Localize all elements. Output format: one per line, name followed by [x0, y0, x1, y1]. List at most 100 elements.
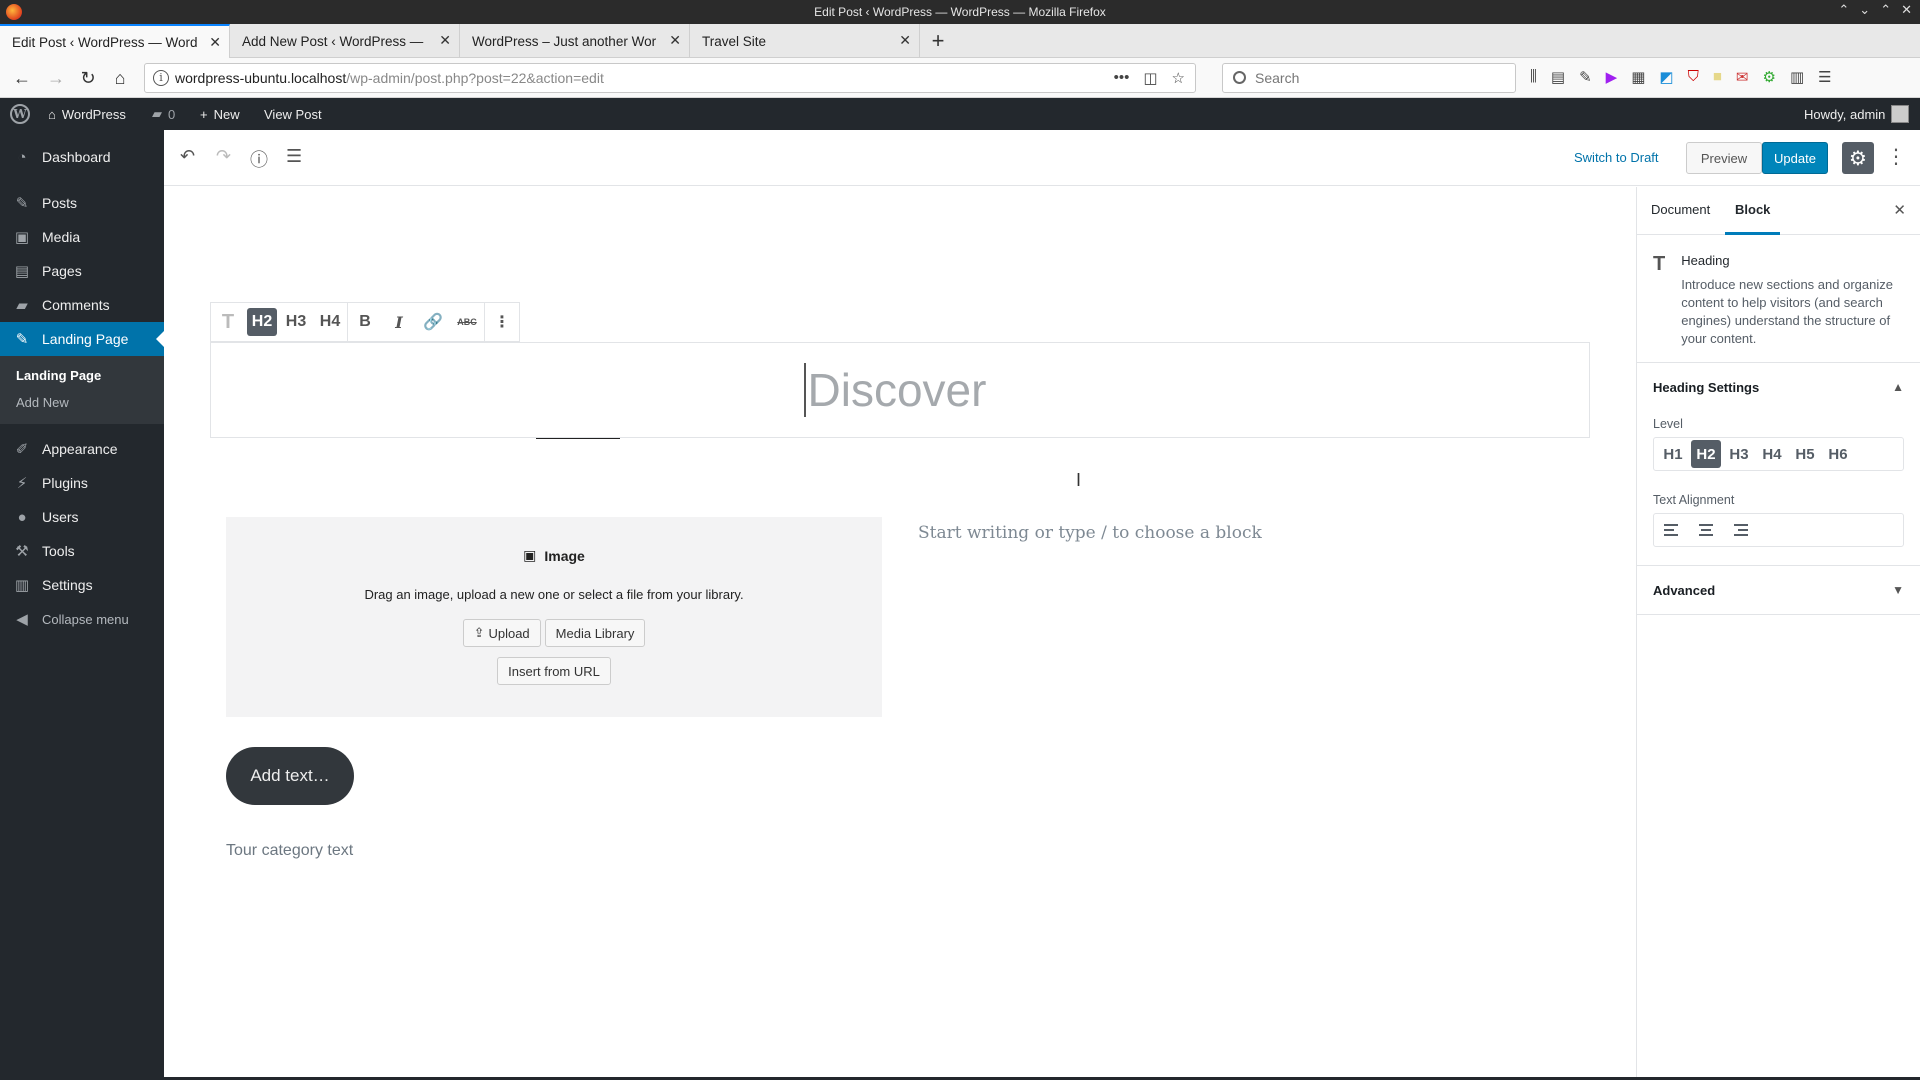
menu-icon[interactable]: ☰ [1818, 68, 1831, 86]
sidebar-item-users[interactable]: ● Users [0, 500, 164, 534]
close-icon[interactable]: ✕ [1893, 201, 1906, 219]
advanced-toggle[interactable]: Advanced ▼ [1637, 566, 1920, 614]
strikethrough-button[interactable]: ABC [450, 302, 484, 342]
add-text-button[interactable]: Add text… [226, 747, 354, 805]
preview-button[interactable]: Preview [1686, 142, 1762, 174]
home-icon[interactable]: ⌂ [108, 66, 132, 90]
reload-icon[interactable]: ↻ [76, 66, 100, 90]
image-block-placeholder[interactable]: ▣ Image Drag an image, upload a new one o… [226, 517, 882, 717]
sidebar-item-media[interactable]: ▣ Media [0, 220, 164, 254]
collapse-menu-button[interactable]: ◀ Collapse menu [0, 602, 164, 636]
undo-icon[interactable]: ↶ [180, 146, 195, 167]
dashboard-icon: ◔ [17, 148, 27, 166]
align-center-icon[interactable] [1691, 516, 1721, 544]
level-h4-button[interactable]: H4 [1757, 440, 1787, 468]
play-icon[interactable]: ▶ [1606, 68, 1618, 86]
extension-icon[interactable]: ◩ [1659, 68, 1673, 86]
heading-text[interactable]: Discover [803, 363, 986, 417]
url-bar[interactable]: i wordpress-ubuntu.localhost/wp-admin/po… [144, 63, 1196, 93]
submenu-item-add-new[interactable]: Add New [0, 389, 164, 416]
sidebar-icon[interactable]: ▤ [1551, 68, 1565, 86]
eyedropper-icon[interactable]: ✎ [1579, 68, 1592, 86]
site-name-link[interactable]: ⌂ WordPress [48, 98, 126, 130]
upload-icon: ⇪ [473, 625, 485, 640]
media-icon: ▣ [14, 229, 30, 246]
tab-travel-site[interactable]: Travel Site ✕ [690, 24, 920, 58]
media-library-button[interactable]: Media Library [544, 619, 646, 647]
insert-from-url-button[interactable]: Insert from URL [497, 657, 611, 685]
update-button[interactable]: Update [1762, 142, 1828, 174]
close-icon[interactable]: ✕ [209, 34, 221, 51]
heading-settings-toggle[interactable]: Heading Settings ▲ [1637, 363, 1920, 411]
info-icon[interactable]: i [153, 70, 169, 86]
tab-block[interactable]: Block [1725, 187, 1781, 235]
settings-gear-icon[interactable]: ⚙ [1842, 142, 1874, 174]
more-options-icon[interactable]: ⋮ [1886, 144, 1906, 169]
sidebar-item-settings[interactable]: ▥ Settings [0, 568, 164, 602]
extension-icon[interactable]: ⚙ [1763, 68, 1776, 86]
tab-wordpress-site[interactable]: WordPress – Just another Wor ✕ [460, 24, 690, 58]
heading-block[interactable]: Discover [210, 342, 1590, 438]
shield-icon[interactable]: ⛉ [1688, 68, 1699, 86]
h4-button[interactable]: H4 [313, 302, 347, 342]
window-up-icon[interactable]: ⌃ [1838, 2, 1849, 18]
upload-button[interactable]: ⇪ Upload [462, 619, 541, 647]
level-h5-button[interactable]: H5 [1790, 440, 1820, 468]
forward-arrow-icon[interactable]: → [44, 66, 68, 90]
minimize-icon[interactable]: ⌄ [1859, 2, 1870, 18]
back-arrow-icon[interactable]: ← [10, 66, 34, 90]
level-h2-button[interactable]: H2 [1691, 440, 1721, 468]
close-icon[interactable]: ✕ [899, 32, 911, 49]
h3-button[interactable]: H3 [279, 302, 313, 342]
sidebar-item-comments[interactable]: ▰ Comments [0, 288, 164, 322]
extension-icon[interactable]: ■ [1713, 68, 1722, 86]
window-close-icon[interactable]: ✕ [1901, 2, 1912, 18]
sidebar-item-pages[interactable]: ▤ Pages [0, 254, 164, 288]
new-tab-button[interactable]: + [920, 24, 956, 58]
sidebar-item-posts[interactable]: ✎ Posts [0, 186, 164, 220]
switch-to-draft-button[interactable]: Switch to Draft [1574, 150, 1659, 165]
close-icon[interactable]: ✕ [669, 32, 681, 49]
mail-icon[interactable]: ✉ [1736, 68, 1749, 86]
comments-link[interactable]: ▰ 0 [152, 98, 175, 130]
sidebar-item-tools[interactable]: ⚒ Tools [0, 534, 164, 568]
level-h6-button[interactable]: H6 [1823, 440, 1853, 468]
search-input[interactable]: Search [1222, 63, 1516, 93]
barcode-icon[interactable]: ▥ [1790, 68, 1804, 86]
bookmark-star-icon[interactable]: ☆ [1172, 69, 1185, 87]
pocket-icon[interactable]: ◫ [1143, 69, 1157, 87]
redo-icon[interactable]: ↷ [216, 146, 231, 167]
navigation-bar: ← → ↻ ⌂ i wordpress-ubuntu.localhost/wp-… [0, 58, 1920, 98]
h2-button[interactable]: H2 [247, 308, 277, 336]
library-icon[interactable]: ⫼ [1530, 68, 1537, 86]
extensions-grid-icon[interactable]: ▦ [1631, 68, 1645, 86]
wp-logo-button[interactable]: W [10, 98, 30, 130]
more-block-options-icon[interactable]: ⋮ [485, 302, 519, 342]
new-content-link[interactable]: + New [200, 98, 240, 130]
sidebar-item-appearance[interactable]: ✐ Appearance [0, 432, 164, 466]
close-icon[interactable]: ✕ [439, 32, 451, 49]
view-post-link[interactable]: View Post [264, 98, 322, 130]
submenu-item-landing-page[interactable]: Landing Page [0, 362, 164, 389]
info-icon[interactable]: ⓘ [250, 146, 268, 172]
default-block-appender[interactable]: Start writing or type / to choose a bloc… [918, 523, 1262, 543]
tab-add-new-post[interactable]: Add New Post ‹ WordPress — ✕ [230, 24, 460, 58]
maximize-icon[interactable]: ⌃ [1880, 2, 1891, 18]
link-icon[interactable]: 🔗 [416, 302, 450, 342]
level-h3-button[interactable]: H3 [1724, 440, 1754, 468]
align-right-icon[interactable] [1724, 516, 1754, 544]
tour-category-text[interactable]: Tour category text [226, 842, 353, 860]
level-h1-button[interactable]: H1 [1658, 440, 1688, 468]
align-left-icon[interactable] [1658, 516, 1688, 544]
more-actions-icon[interactable]: ••• [1114, 69, 1130, 87]
italic-button[interactable]: I [382, 302, 416, 342]
sidebar-item-plugins[interactable]: ⚡ Plugins [0, 466, 164, 500]
sidebar-item-landing-page[interactable]: ✎ Landing Page [0, 322, 164, 356]
sidebar-item-dashboard[interactable]: ◔ Dashboard [0, 140, 164, 174]
tab-edit-post[interactable]: Edit Post ‹ WordPress — Word ✕ [0, 24, 230, 58]
block-navigation-icon[interactable]: ☰ [286, 146, 302, 167]
tab-document[interactable]: Document [1651, 187, 1710, 235]
bold-button[interactable]: B [348, 302, 382, 342]
heading-block-type-icon[interactable]: T [211, 302, 245, 342]
account-menu[interactable]: Howdy, admin [1804, 98, 1910, 130]
